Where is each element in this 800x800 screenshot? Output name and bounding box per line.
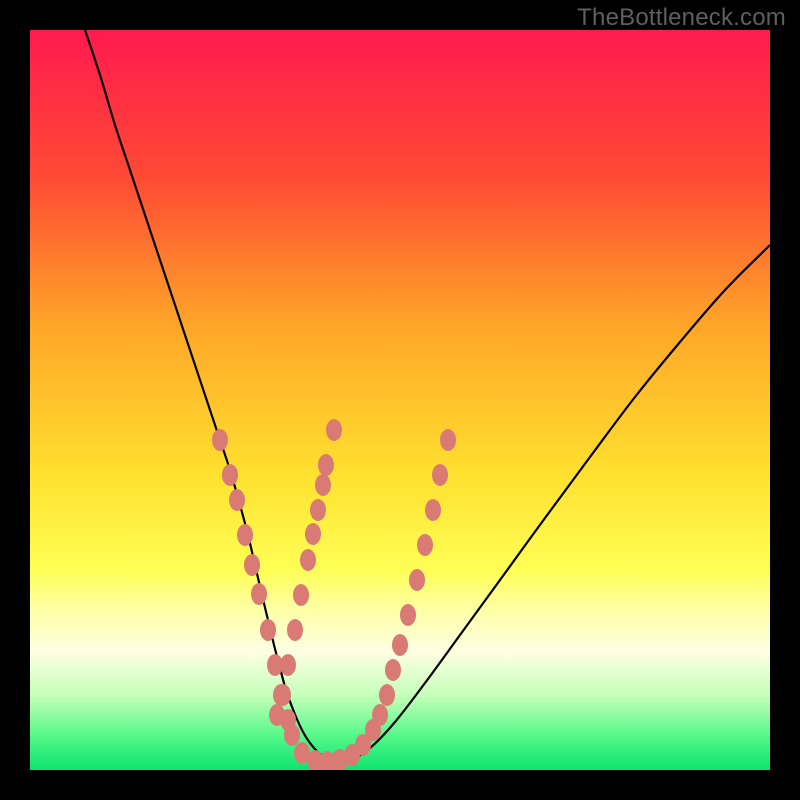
highlight-dot: [237, 524, 253, 546]
highlight-dot: [440, 429, 456, 451]
highlight-dot: [300, 549, 316, 571]
highlight-dot: [318, 454, 334, 476]
highlight-dot: [305, 523, 321, 545]
gradient-background: [30, 30, 770, 770]
highlight-dot: [432, 464, 448, 486]
highlight-dot: [229, 489, 245, 511]
highlight-dot: [273, 684, 289, 706]
highlight-dot: [251, 583, 267, 605]
highlight-dot: [409, 569, 425, 591]
highlight-dot: [392, 634, 408, 656]
highlight-dot: [372, 704, 388, 726]
highlight-dot: [326, 419, 342, 441]
highlight-dot: [417, 534, 433, 556]
highlight-dot: [385, 659, 401, 681]
highlight-dot: [379, 684, 395, 706]
chart-stage: TheBottleneck.com: [0, 0, 800, 800]
highlight-dot: [284, 724, 300, 746]
highlight-dot: [310, 499, 326, 521]
bottleneck-chart: [0, 0, 800, 800]
highlight-dot: [244, 554, 260, 576]
highlight-dot: [315, 474, 331, 496]
highlight-dot: [400, 604, 416, 626]
highlight-dot: [287, 619, 303, 641]
highlight-dot: [425, 499, 441, 521]
highlight-dot: [260, 619, 276, 641]
highlight-dot: [280, 654, 296, 676]
highlight-dot: [212, 429, 228, 451]
highlight-dot: [222, 464, 238, 486]
highlight-dot: [269, 704, 285, 726]
watermark-text: TheBottleneck.com: [577, 4, 786, 32]
highlight-dot: [293, 584, 309, 606]
